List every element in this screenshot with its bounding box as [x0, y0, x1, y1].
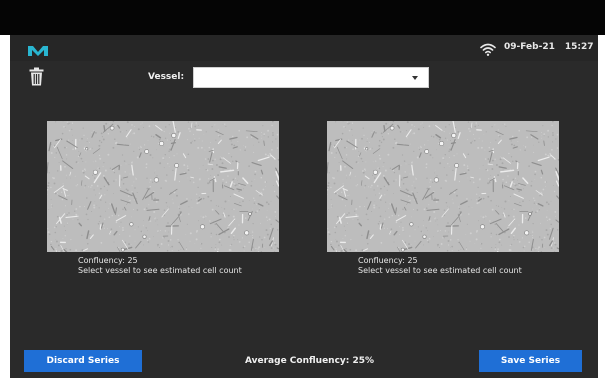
discard-series-button[interactable]: Discard Series: [24, 350, 142, 372]
top-black-bar: [0, 0, 605, 35]
confluency-text: Confluency: 25: [358, 256, 418, 265]
chevron-down-icon: [412, 76, 418, 80]
status-bar: 09-Feb-21 15:27: [10, 35, 598, 61]
cell-count-hint: Select vessel to see estimated cell coun…: [78, 266, 242, 275]
cell-image-right[interactable]: [327, 121, 559, 252]
confluency-text: Confluency: 25: [78, 256, 138, 265]
trash-icon[interactable]: [29, 67, 44, 90]
save-series-button[interactable]: Save Series: [479, 350, 582, 372]
m-logo-icon: [26, 42, 50, 61]
wifi-icon: [480, 41, 496, 60]
cell-count-hint: Select vessel to see estimated cell coun…: [358, 266, 522, 275]
image-caption-right: Confluency: 25 Select vessel to see esti…: [358, 256, 522, 276]
date-time: 09-Feb-21 15:27: [504, 42, 594, 52]
device-screen: 09-Feb-21 15:27 Vessel: Confluency: 25 Se…: [10, 35, 598, 378]
status-date: 09-Feb-21: [504, 42, 555, 52]
image-caption-left: Confluency: 25 Select vessel to see esti…: [78, 256, 242, 276]
vessel-label: Vessel:: [148, 72, 185, 82]
cell-image-left[interactable]: [47, 121, 279, 252]
status-time: 15:27: [564, 42, 594, 52]
average-confluency: Average Confluency: 25%: [245, 356, 375, 366]
vessel-dropdown[interactable]: [193, 67, 429, 88]
